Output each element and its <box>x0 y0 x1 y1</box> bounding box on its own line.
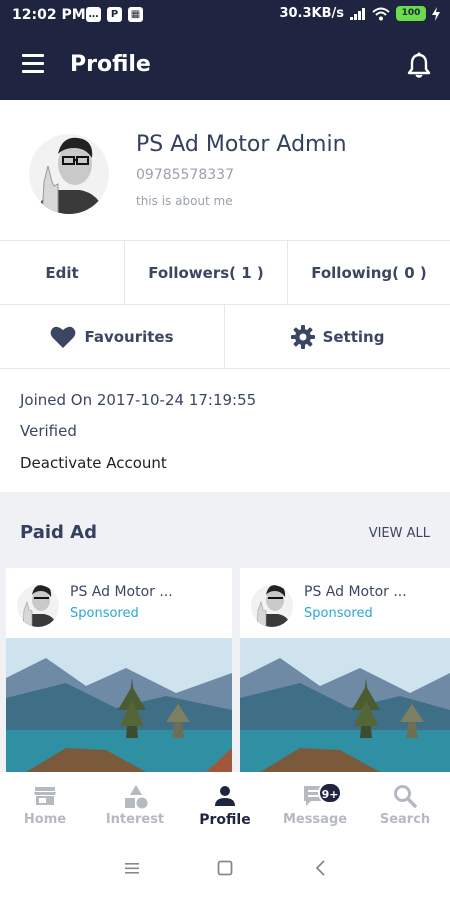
gear-icon <box>290 324 315 349</box>
edit-button[interactable]: Edit <box>0 241 125 304</box>
shapes-icon <box>125 785 148 809</box>
ad-card[interactable]: PS Ad Motor ... Sponsored <box>240 568 450 772</box>
favourites-label: Favourites <box>84 327 174 346</box>
home-square-icon[interactable] <box>217 860 233 876</box>
ad-seller-name: PS Ad Motor ... <box>304 584 407 600</box>
person-icon <box>215 786 235 806</box>
bell-icon[interactable] <box>406 52 432 80</box>
charging-icon <box>432 6 440 21</box>
nav-interest-label: Interest <box>105 812 165 827</box>
app-bar: Profile <box>0 32 450 100</box>
status-right: 30.3KB/s 100 <box>279 6 440 21</box>
page-title: Profile <box>70 52 151 77</box>
signal-icon <box>350 7 365 20</box>
profile-header: PS Ad Motor Admin 09785578337 this is ab… <box>0 100 450 240</box>
profile-about: this is about me <box>136 194 233 208</box>
wifi-icon <box>372 7 390 20</box>
nav-interest[interactable]: Interest <box>90 772 180 840</box>
paid-ad-title: Paid Ad <box>20 522 97 543</box>
nav-profile-label: Profile <box>199 812 251 828</box>
avatar[interactable] <box>28 124 110 220</box>
network-speed: 30.3KB/s <box>279 6 344 21</box>
chat-notification-icon: … <box>86 7 101 22</box>
ad-image <box>6 638 232 772</box>
following-button[interactable]: Following( 0 ) <box>288 241 450 304</box>
nav-profile[interactable]: Profile <box>180 772 270 840</box>
p-notification-icon: P <box>107 7 122 22</box>
ad-avatar <box>251 585 293 627</box>
ad-image <box>240 638 450 772</box>
nav-message-label: Message <box>282 812 348 827</box>
hamburger-icon[interactable] <box>22 54 48 76</box>
system-navigation <box>0 840 450 900</box>
deactivate-account-link[interactable]: Deactivate Account <box>20 454 167 472</box>
message-badge: 9+ <box>318 782 342 804</box>
ad-seller-name: PS Ad Motor ... <box>70 584 173 600</box>
nav-home-label: Home <box>23 812 67 827</box>
recents-icon[interactable] <box>124 860 140 876</box>
trash-notification-icon: ▦ <box>128 7 143 22</box>
account-info: Joined On 2017-10-24 17:19:55 Verified D… <box>0 368 450 492</box>
ad-avatar <box>17 585 59 627</box>
nav-home[interactable]: Home <box>0 772 90 840</box>
nav-search-label: Search <box>379 812 431 827</box>
status-time: 12:02 PM <box>12 7 86 23</box>
joined-date: Joined On 2017-10-24 17:19:55 <box>20 391 257 409</box>
bottom-navigation: Home Interest Profile 9+ Message Search <box>0 772 450 840</box>
followers-button[interactable]: Followers( 1 ) <box>125 241 288 304</box>
battery-icon: 100 <box>396 6 426 21</box>
sponsored-label: Sponsored <box>304 606 373 621</box>
nav-search[interactable]: Search <box>360 772 450 840</box>
ad-card[interactable]: PS Ad Motor ... Sponsored <box>6 568 232 772</box>
status-notification-icons: … P ▦ <box>86 7 143 22</box>
store-icon <box>34 787 56 805</box>
favourites-button[interactable]: Favourites <box>0 305 225 368</box>
sponsored-label: Sponsored <box>70 606 139 621</box>
setting-button[interactable]: Setting <box>225 305 450 368</box>
setting-label: Setting <box>322 327 385 346</box>
profile-actions-row: Edit Followers( 1 ) Following( 0 ) <box>0 240 450 304</box>
nav-message[interactable]: 9+ Message <box>270 772 360 840</box>
heart-icon <box>51 326 76 348</box>
back-icon[interactable] <box>314 860 326 876</box>
verified-status: Verified <box>20 422 77 440</box>
profile-links-row: Favourites Setting <box>0 304 450 368</box>
profile-phone: 09785578337 <box>136 167 234 183</box>
profile-name: PS Ad Motor Admin <box>136 132 347 157</box>
top-bar: 12:02 PM … P ▦ 30.3KB/s 100 Profile <box>0 0 450 100</box>
view-all-link[interactable]: VIEW ALL <box>369 526 430 541</box>
status-bar: 12:02 PM … P ▦ 30.3KB/s 100 <box>0 0 450 32</box>
paid-ad-section: Paid Ad VIEW ALL PS Ad Motor ... Sponsor… <box>0 492 450 772</box>
search-icon <box>394 785 417 808</box>
